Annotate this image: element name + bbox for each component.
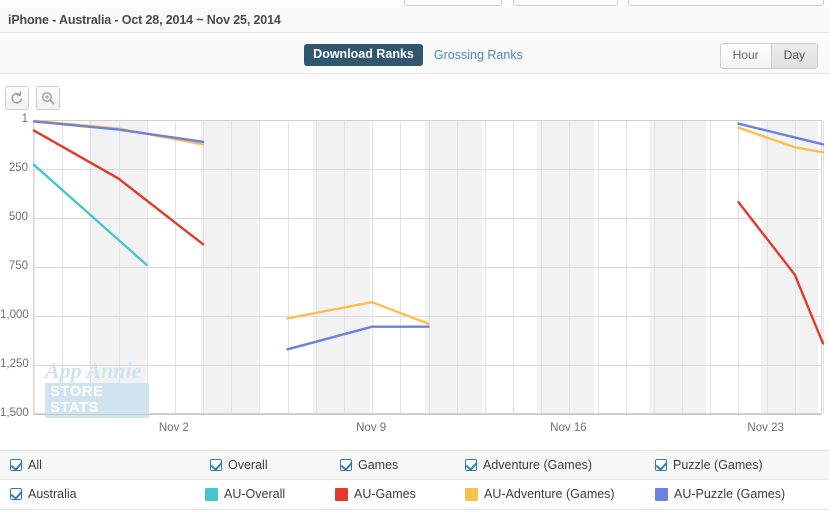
legend-filter-puzzle-games[interactable]: Puzzle (Games) xyxy=(655,458,763,472)
x-axis-tick-label: Nov 23 xyxy=(747,422,784,434)
chart-zoom-button[interactable] xyxy=(36,86,60,110)
legend-filter-label: Games xyxy=(358,458,399,472)
partial-control-1[interactable] xyxy=(404,0,502,6)
legend-series-au-puzzle-games[interactable]: AU-Puzzle (Games) xyxy=(655,487,785,501)
series-line-au-adventure-games xyxy=(737,126,825,154)
legend-color-swatch xyxy=(205,487,218,501)
rank-chart[interactable]: 1 250 500 750 1,000 1,250 1,500 App Annie STOR… xyxy=(0,112,829,422)
checkbox-icon[interactable] xyxy=(10,459,22,471)
y-axis-tick-label: 1,250 xyxy=(0,357,29,370)
x-axis-labels: Nov 2 Nov 9 Nov 16 Nov 23 xyxy=(0,422,829,444)
checkbox-icon[interactable] xyxy=(465,459,477,471)
legend-filter-label: All xyxy=(28,458,42,472)
series-lines xyxy=(32,119,825,351)
partial-control-2[interactable] xyxy=(513,0,618,6)
legend-filter-label: Overall xyxy=(228,458,268,472)
legend-country-label: Australia xyxy=(28,487,77,501)
granularity-toggle: Hour Day xyxy=(719,43,818,69)
checkbox-icon[interactable] xyxy=(210,459,222,471)
x-axis-line xyxy=(33,414,822,415)
page-title: iPhone - Australia - Oct 28, 2014 ~ Nov … xyxy=(8,12,281,27)
legend-series-au-adventure-games[interactable]: AU-Adventure (Games) xyxy=(465,487,615,501)
series-line-au-overall xyxy=(32,163,148,267)
tab-grossing-ranks[interactable]: Grossing Ranks xyxy=(432,44,525,66)
page-bottom-spacer xyxy=(0,510,829,523)
app-root: iPhone - Australia - Oct 28, 2014 ~ Nov … xyxy=(0,0,829,523)
series-line-au-adventure-games xyxy=(286,300,430,326)
watermark-subtitle: STORE STATS xyxy=(45,383,149,418)
legend-series-au-overall[interactable]: AU-Overall xyxy=(205,487,285,501)
y-axis-tick-label: 500 xyxy=(8,210,28,223)
grid-line-vertical xyxy=(823,120,824,414)
legend-filter-adventure-games[interactable]: Adventure (Games) xyxy=(465,458,592,472)
legend-category-row: All Overall Games Adventure (Games) Puzzle (… xyxy=(0,450,829,480)
series-line-au-games xyxy=(737,200,825,345)
legend-filter-overall[interactable]: Overall xyxy=(210,458,268,472)
y-axis-tick-label: 1 xyxy=(21,113,28,125)
top-partial-controls xyxy=(0,0,829,7)
legend-color-swatch xyxy=(335,487,348,501)
legend-series-row: Australia AU-Overall AU-Games AU-Adventure … xyxy=(0,480,829,510)
legend-series-au-games[interactable]: AU-Games xyxy=(335,487,416,501)
legend-color-swatch xyxy=(655,487,668,501)
checkbox-icon[interactable] xyxy=(340,459,352,471)
series-line-au-puzzle-games xyxy=(32,120,205,143)
legend-series-label: AU-Overall xyxy=(224,487,286,501)
chart-toolbar xyxy=(5,86,60,110)
checkbox-icon[interactable] xyxy=(10,488,22,500)
page-header: iPhone - Australia - Oct 28, 2014 ~ Nov … xyxy=(0,7,829,33)
legend-series-label: AU-Adventure (Games) xyxy=(484,487,615,501)
tab-download-ranks[interactable]: Download Ranks xyxy=(304,44,423,66)
rank-type-tabs: Download Ranks Grossing Ranks xyxy=(0,44,829,66)
legend-series-label: AU-Games xyxy=(354,487,416,501)
granularity-hour-button[interactable]: Hour xyxy=(720,44,771,68)
watermark-brand: App Annie xyxy=(45,358,142,383)
partial-control-3[interactable] xyxy=(628,0,824,6)
y-axis-tick-label: 1,500 xyxy=(0,407,29,419)
checkbox-icon[interactable] xyxy=(655,459,667,471)
zoom-in-magnifier-icon xyxy=(41,91,55,105)
legend-filter-all[interactable]: All xyxy=(10,458,42,472)
y-axis-tick-label: 250 xyxy=(8,161,28,174)
legend-filter-label: Adventure (Games) xyxy=(483,458,593,472)
chart-reset-button[interactable] xyxy=(5,86,29,110)
granularity-day-button[interactable]: Day xyxy=(771,44,817,68)
y-axis-tick-label: 1,000 xyxy=(0,308,29,321)
watermark: App Annie STORE STATS xyxy=(45,360,149,418)
legend-filter-label: Puzzle (Games) xyxy=(673,458,763,472)
x-axis-tick-label: Nov 2 xyxy=(158,422,189,434)
x-axis-tick-label: Nov 9 xyxy=(356,422,387,434)
reset-arrow-icon xyxy=(10,91,24,105)
legend-color-swatch xyxy=(465,487,478,501)
legend-filter-games[interactable]: Games xyxy=(340,458,398,472)
legend-series-label: AU-Puzzle (Games) xyxy=(674,487,786,501)
chart-controls-bar: Download Ranks Grossing Ranks Hour Day xyxy=(0,34,829,74)
y-axis-tick-label: 750 xyxy=(8,259,28,272)
series-line-au-puzzle-games xyxy=(286,325,430,351)
x-axis-tick-label: Nov 16 xyxy=(550,422,587,434)
chart-plot-area[interactable]: App Annie STORE STATS xyxy=(32,119,825,418)
legend-country-australia[interactable]: Australia xyxy=(10,487,77,501)
